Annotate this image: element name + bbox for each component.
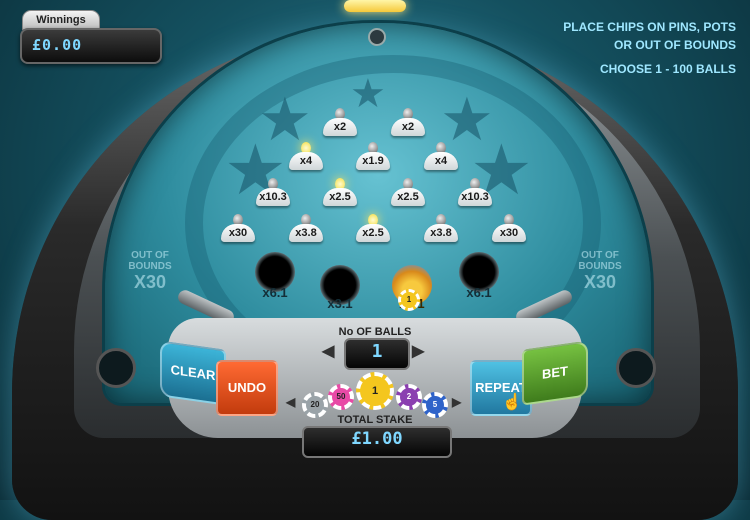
instruction-line-2: OR OUT OF BOUNDS xyxy=(614,38,736,52)
pin-5[interactable]: x4 xyxy=(418,142,464,172)
oob-left-line1: OUT OF xyxy=(131,250,169,261)
chip-50[interactable]: 50 xyxy=(328,384,354,410)
pin-multiplier: x3.8 xyxy=(295,227,317,239)
pin-14[interactable]: x30 xyxy=(486,214,532,244)
pin-3[interactable]: x4 xyxy=(283,142,329,172)
top-light xyxy=(344,0,406,12)
left-exit-hole xyxy=(96,348,136,388)
balls-label: No OF BALLS xyxy=(338,326,412,338)
pin-multiplier: x30 xyxy=(228,227,248,239)
total-stake-label: TOTAL STAKE xyxy=(337,414,413,426)
right-exit-hole xyxy=(616,348,656,388)
total-stake-value: £1.00 xyxy=(351,429,403,449)
pin-1[interactable]: x2 xyxy=(317,108,363,138)
decrease-balls-arrow-icon[interactable]: ◀ xyxy=(322,341,334,361)
chips-left-arrow-icon[interactable]: ◀ xyxy=(286,395,295,409)
oob-right-multiplier: X30 xyxy=(583,272,617,292)
instruction-line-1: PLACE CHIPS ON PINS, POTS xyxy=(563,20,736,34)
pin-9[interactable]: x10.3 xyxy=(452,178,498,208)
out-of-bounds-left[interactable]: OUT OF BOUNDS X30 xyxy=(110,250,190,292)
chip-1[interactable]: 1 xyxy=(356,372,394,410)
chips-right-arrow-icon[interactable]: ▶ xyxy=(452,395,461,409)
pin-7[interactable]: x2.5 xyxy=(317,178,363,208)
pin-multiplier: x2.5 xyxy=(397,191,419,203)
pin-6[interactable]: x10.3 xyxy=(250,178,296,208)
chip-2[interactable]: 2 xyxy=(396,384,422,410)
pin-multiplier: x3.8 xyxy=(430,227,452,239)
pin-multiplier: x10.3 xyxy=(461,191,489,203)
pot-1-multiplier: x6.1 xyxy=(262,285,288,300)
pin-multiplier: x1.9 xyxy=(362,155,384,167)
instruction-line-3: CHOOSE 1 - 100 BALLS xyxy=(599,62,736,76)
pin-multiplier: x2.5 xyxy=(362,227,384,239)
pin-13[interactable]: x3.8 xyxy=(418,214,464,244)
pin-10[interactable]: x30 xyxy=(215,214,261,244)
increase-balls-arrow-icon[interactable]: ▶ xyxy=(412,341,424,361)
pin-11[interactable]: x3.8 xyxy=(283,214,329,244)
pin-multiplier: x4 xyxy=(434,155,448,167)
bet-button[interactable]: BET xyxy=(522,340,588,406)
placed-chip: 1 xyxy=(398,289,420,311)
oob-right-line2: BOUNDS xyxy=(578,261,622,272)
out-of-bounds-right[interactable]: OUT OF BOUNDS X30 xyxy=(560,250,640,292)
pin-8[interactable]: x2.5 xyxy=(385,178,431,208)
winnings-label: Winnings xyxy=(22,10,100,30)
pin-multiplier: x4 xyxy=(299,155,313,167)
pot-2-multiplier: x3.1 xyxy=(327,296,353,311)
balls-value: 1 xyxy=(371,341,383,362)
oob-right-line1: OUT OF xyxy=(581,250,619,261)
pin-multiplier: x2 xyxy=(401,121,415,133)
pin-multiplier: x30 xyxy=(499,227,519,239)
ball-drop-hole xyxy=(368,28,386,46)
pot-4-multiplier: x6.1 xyxy=(466,285,492,300)
pin-4[interactable]: x1.9 xyxy=(350,142,396,172)
pin-multiplier: x2 xyxy=(333,121,347,133)
hand-cursor-icon: ☝ xyxy=(502,394,522,411)
pin-multiplier: x2.5 xyxy=(329,191,351,203)
pin-2[interactable]: x2 xyxy=(385,108,431,138)
pin-12[interactable]: x2.5 xyxy=(350,214,396,244)
pin-multiplier: x10.3 xyxy=(259,191,287,203)
undo-button[interactable]: UNDO xyxy=(216,360,278,416)
oob-left-multiplier: X30 xyxy=(133,272,167,292)
winnings-value: £0.00 xyxy=(32,36,83,54)
oob-left-line2: BOUNDS xyxy=(128,261,172,272)
